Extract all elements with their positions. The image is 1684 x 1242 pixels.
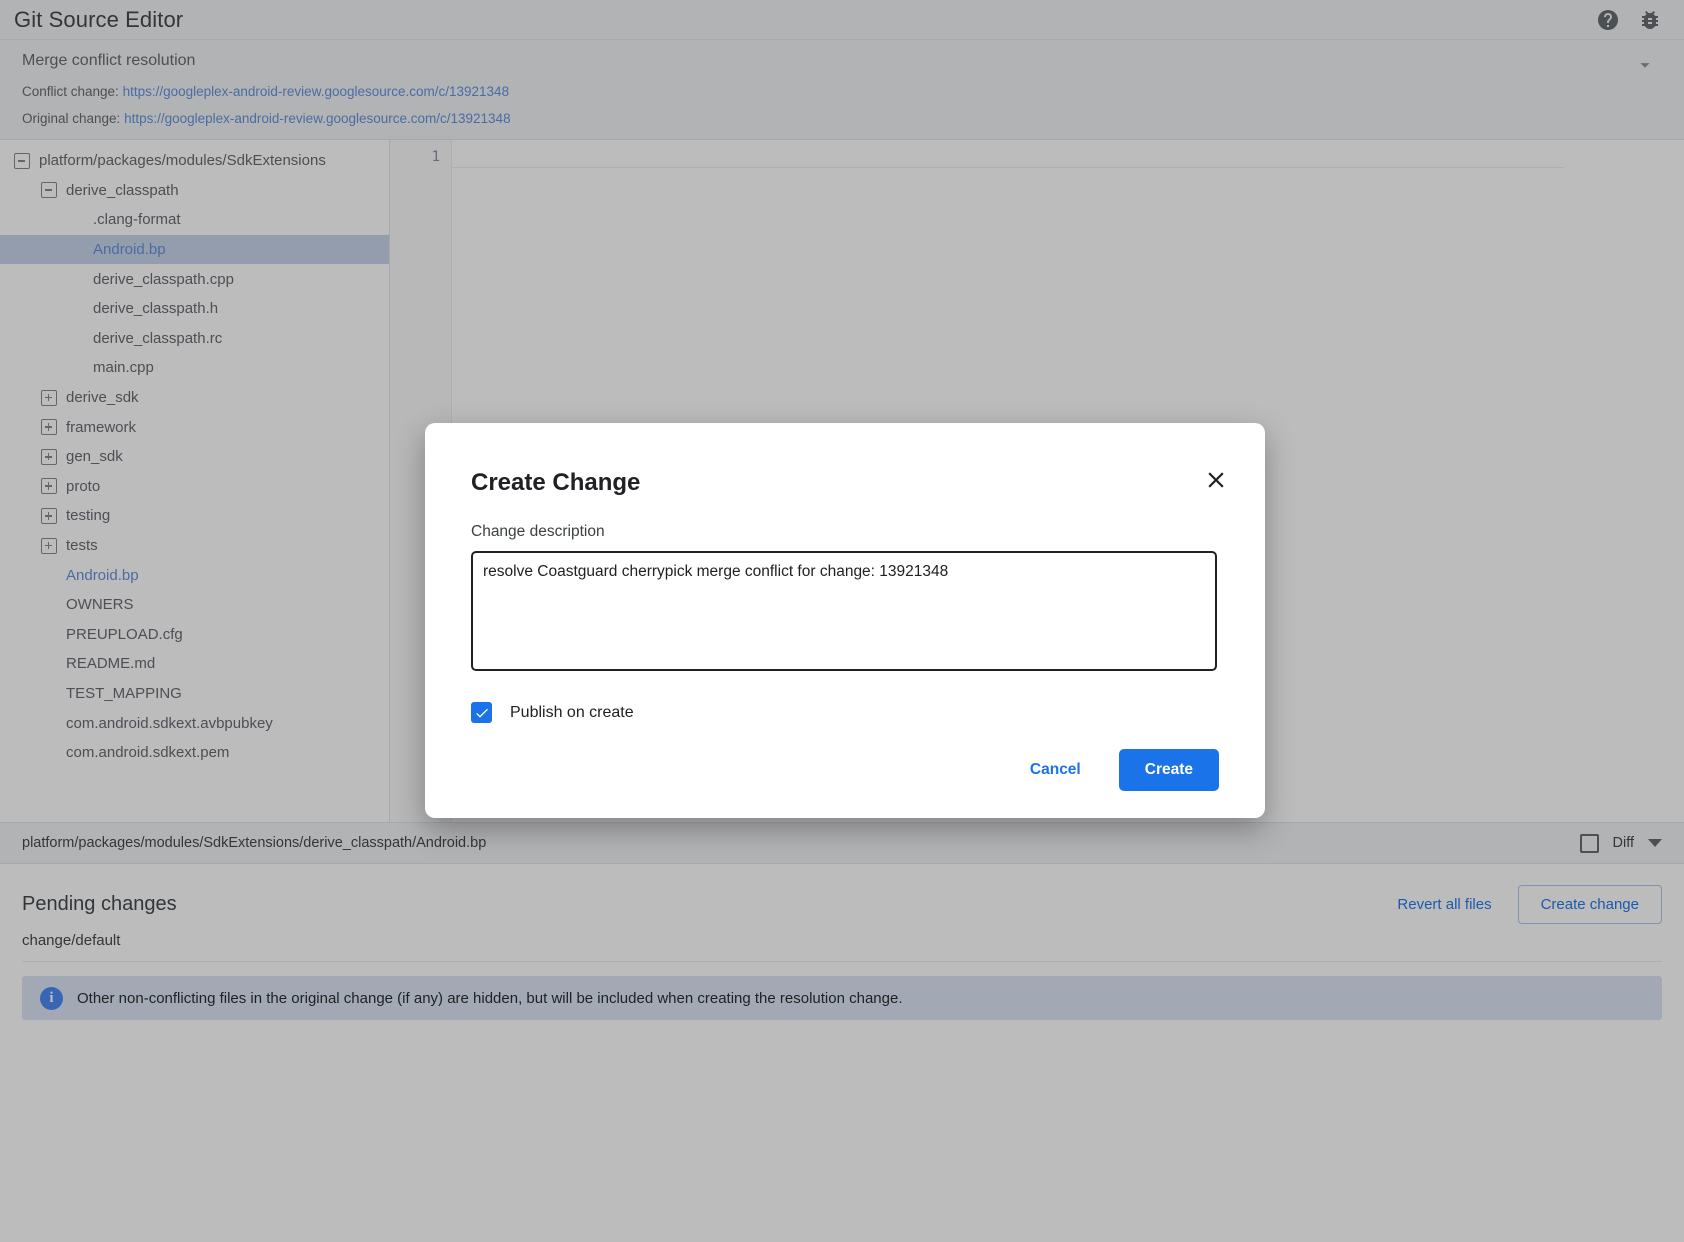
create-change-dialog: Create Change Change description Publish… — [425, 423, 1265, 818]
dialog-title: Create Change — [471, 469, 1219, 497]
dialog-footer: Cancel Create — [471, 749, 1219, 791]
git-source-editor-app: Git Source Editor Merge conflict resolut… — [0, 0, 1684, 1242]
publish-on-create-checkbox[interactable] — [471, 702, 492, 723]
create-button[interactable]: Create — [1119, 749, 1219, 791]
cancel-button[interactable]: Cancel — [1012, 750, 1099, 790]
change-description-input[interactable] — [471, 551, 1217, 671]
publish-on-create-row[interactable]: Publish on create — [471, 702, 1219, 723]
change-description-label: Change description — [471, 523, 1219, 541]
close-icon[interactable] — [1203, 467, 1229, 493]
publish-on-create-label: Publish on create — [510, 704, 634, 722]
